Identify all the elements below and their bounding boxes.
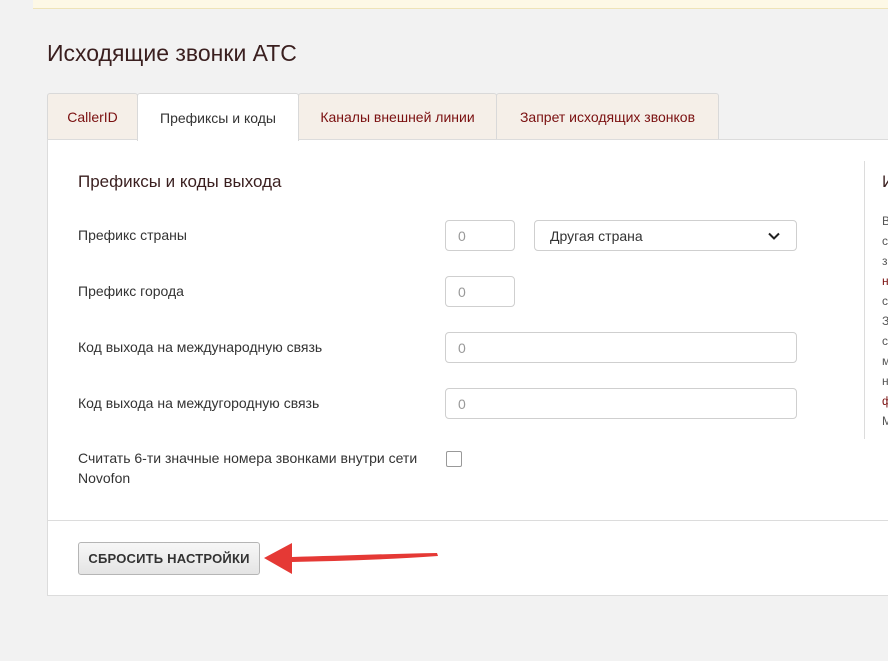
help-link-fragment[interactable]: ф (882, 394, 888, 408)
country-select-value: Другая страна (550, 227, 643, 244)
help-text-fragment: с (882, 234, 888, 248)
reset-settings-button[interactable]: СБРОСИТЬ НАСТРОЙКИ (78, 542, 260, 575)
city-prefix-input[interactable] (445, 276, 515, 307)
help-text-fragment: с (882, 294, 888, 308)
tab-external-line-channels[interactable]: Каналы внешней линии (298, 93, 497, 140)
help-sidebar-divider (864, 161, 865, 439)
help-text-fragment: н (882, 374, 888, 388)
tab-outgoing-call-restriction[interactable]: Запрет исходящих звонков (496, 93, 719, 140)
help-text-fragment: З (882, 314, 888, 328)
notification-banner (33, 0, 888, 9)
six-digit-label-line2: Novofon (78, 470, 131, 486)
country-prefix-input[interactable] (445, 220, 515, 251)
country-select[interactable]: Другая страна (534, 220, 797, 251)
help-sidebar-title: И (882, 172, 888, 192)
country-prefix-label: Префикс страны (78, 227, 187, 243)
long-distance-code-label: Код выхода на междугородную связь (78, 395, 320, 411)
intl-exit-code-input[interactable] (445, 332, 797, 363)
six-digit-internal-label: Считать 6-ти значные номера звонками вну… (78, 448, 417, 488)
help-text-fragment: з (882, 254, 888, 268)
six-digit-internal-checkbox[interactable] (446, 451, 462, 467)
help-text-fragment: М (882, 414, 888, 428)
help-text-fragment: м (882, 354, 888, 368)
annotation-arrow-icon (264, 543, 438, 574)
settings-panel (47, 139, 888, 596)
help-link-fragment[interactable]: н (882, 274, 888, 288)
intl-exit-code-label: Код выхода на международную связь (78, 339, 323, 355)
tab-callerid[interactable]: CallerID (47, 93, 138, 140)
chevron-down-icon (768, 232, 780, 240)
page-title: Исходящие звонки АТС (47, 40, 297, 66)
section-title: Префиксы и коды выхода (78, 172, 282, 191)
long-distance-code-input[interactable] (445, 388, 797, 419)
panel-divider (47, 520, 888, 521)
help-text-fragment: с (882, 334, 888, 348)
tab-prefixes-and-codes[interactable]: Префиксы и коды (137, 93, 299, 141)
city-prefix-label: Префикс города (78, 283, 184, 299)
help-text-fragment: В (882, 214, 888, 228)
six-digit-label-line1: Считать 6-ти значные номера звонками вну… (78, 450, 418, 466)
